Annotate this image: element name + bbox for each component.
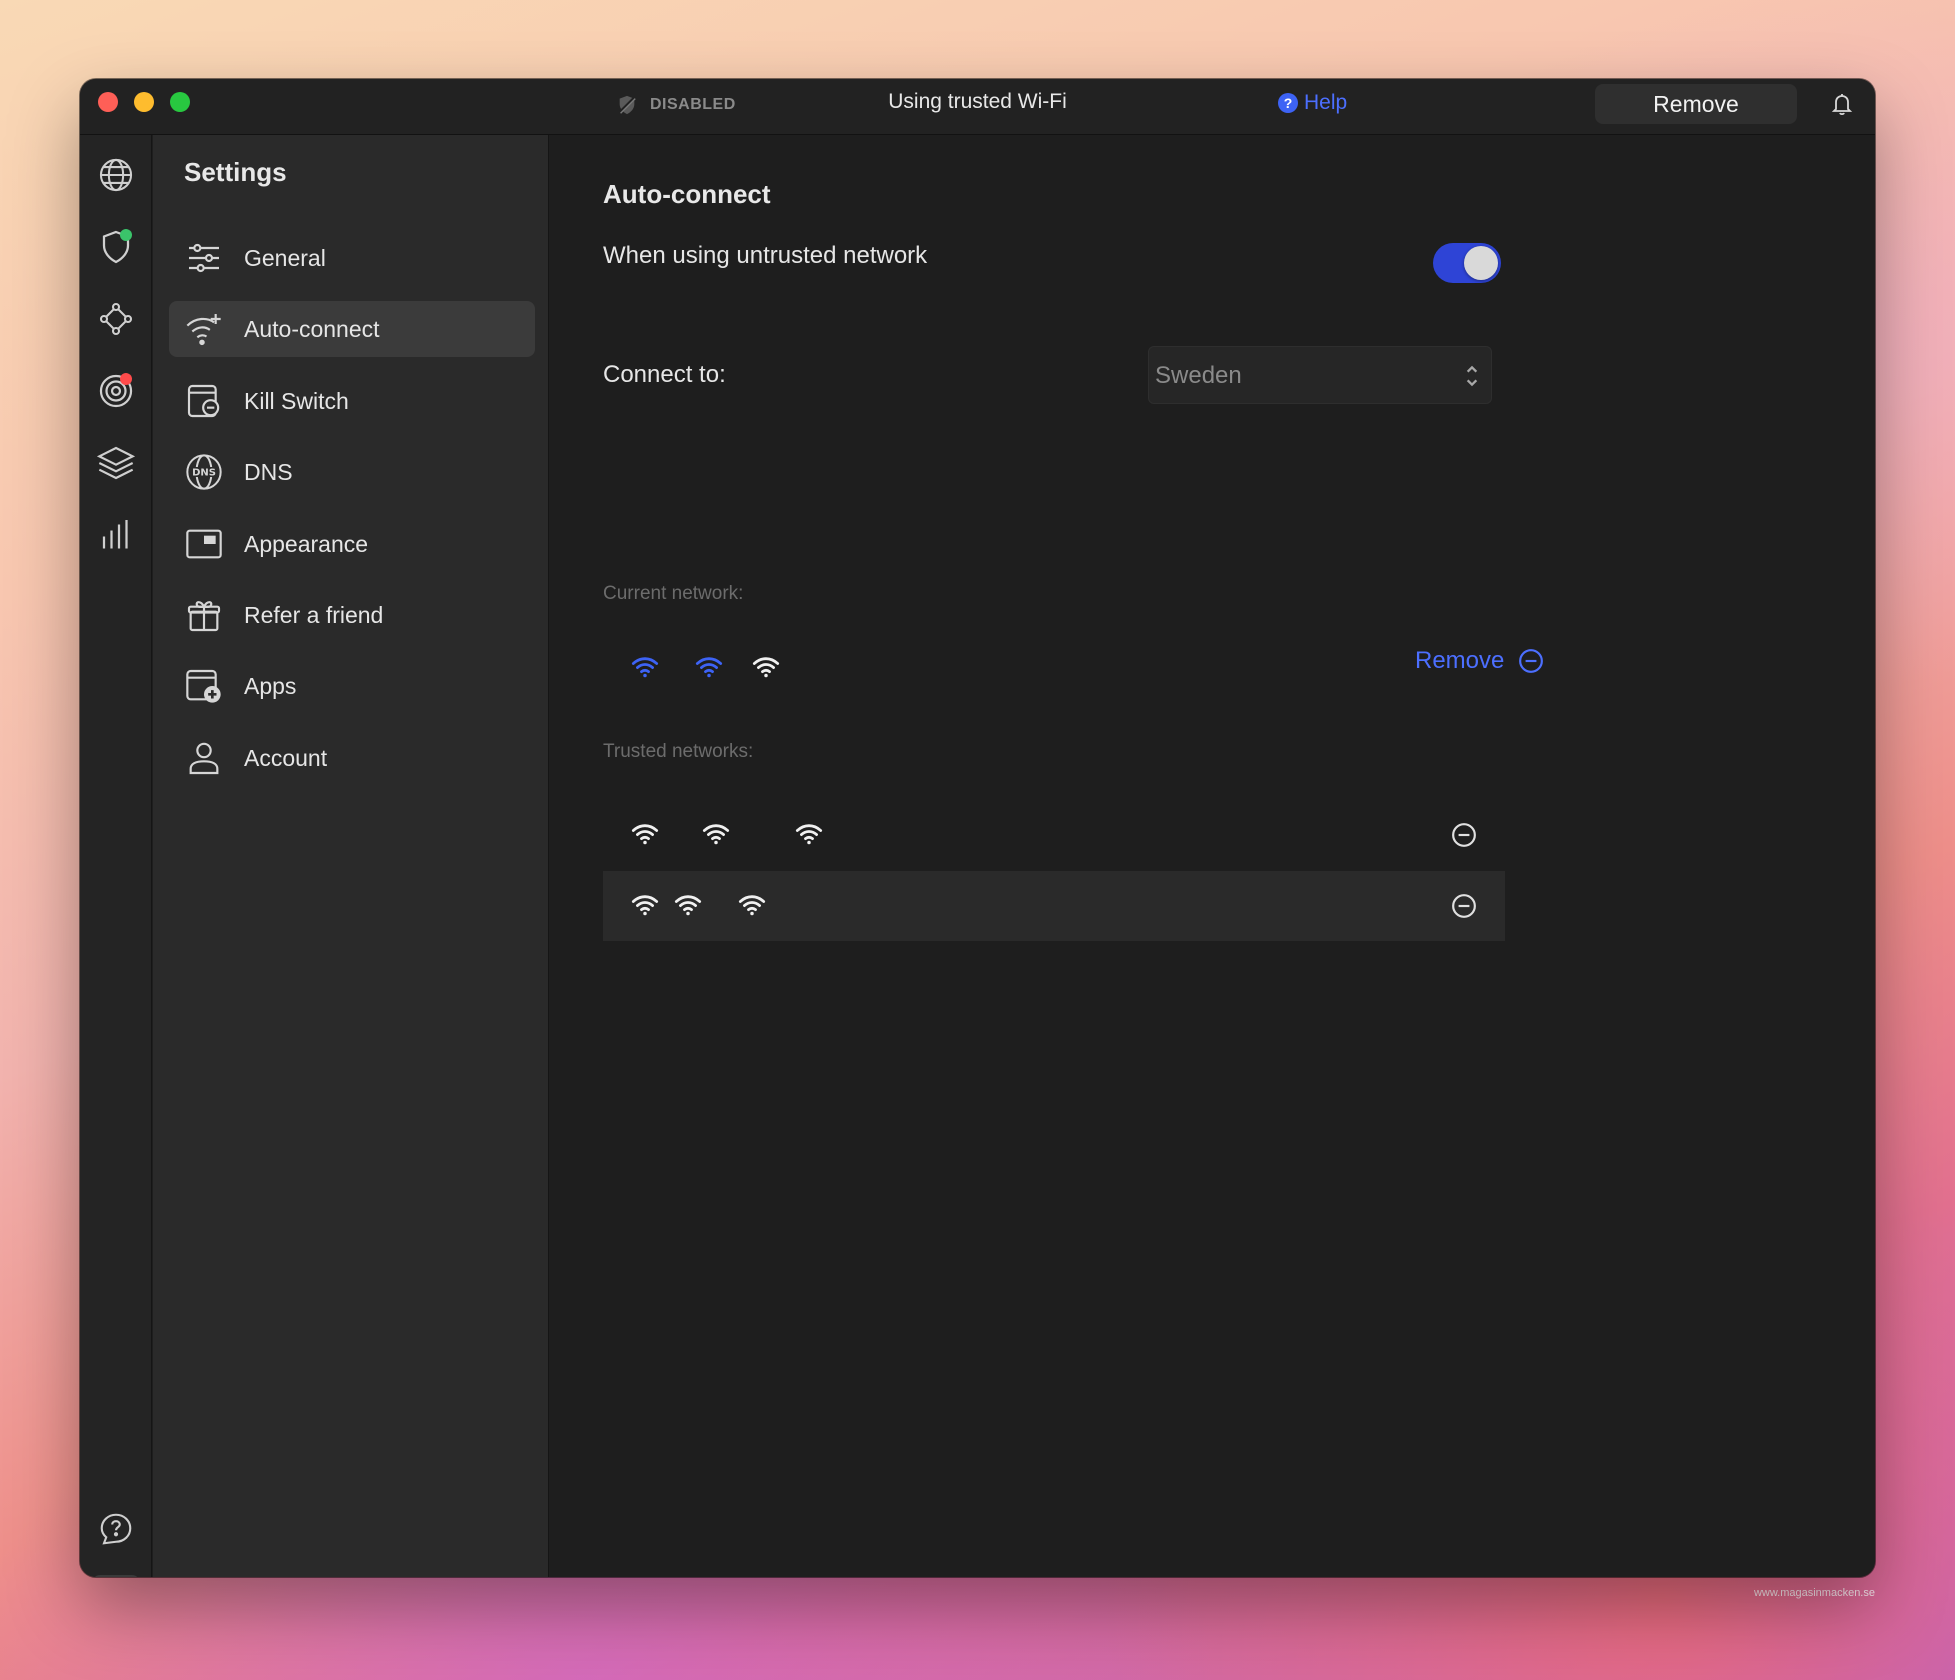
untrusted-network-toggle[interactable] bbox=[1433, 243, 1501, 283]
sidebar-item-label: Kill Switch bbox=[244, 387, 349, 414]
wifi-icon bbox=[795, 824, 823, 845]
sidebar-item-label: Appearance bbox=[244, 530, 369, 557]
connect-to-label: Connect to: bbox=[603, 361, 726, 388]
remove-label: Remove bbox=[1415, 647, 1505, 674]
window-icon bbox=[184, 524, 224, 564]
globe-icon bbox=[99, 158, 133, 192]
wifi-icon bbox=[752, 657, 780, 678]
current-network-row bbox=[603, 633, 1505, 703]
help-icon: ? bbox=[1278, 93, 1298, 113]
wifi-icon bbox=[738, 895, 766, 916]
trusted-network-row[interactable] bbox=[603, 800, 1505, 870]
wifi-icon bbox=[695, 657, 723, 678]
remove-current-network-button[interactable]: Remove bbox=[1415, 647, 1544, 675]
remove-trusted-network-icon[interactable] bbox=[1451, 893, 1477, 919]
rail-globe-button[interactable] bbox=[92, 151, 140, 199]
status-label: DISABLED bbox=[650, 96, 736, 113]
wifi-sparkle-icon bbox=[184, 309, 224, 349]
remove-trusted-network-button[interactable]: Remove bbox=[1595, 84, 1797, 124]
help-label: Help bbox=[1304, 91, 1348, 114]
sliders-icon bbox=[184, 238, 224, 278]
title-bar: DISABLED Using trusted Wi-Fi ? Help Remo… bbox=[80, 79, 1875, 135]
wifi-icon bbox=[631, 895, 659, 916]
close-window-button[interactable] bbox=[98, 92, 118, 112]
kill-switch-icon bbox=[184, 381, 224, 421]
sidebar-item-label: DNS bbox=[244, 458, 293, 485]
status-dot-green bbox=[120, 229, 132, 241]
sidebar-item-label: Account bbox=[244, 744, 328, 771]
shield-off-icon bbox=[618, 95, 636, 115]
gift-icon bbox=[184, 595, 224, 635]
app-window: DISABLED Using trusted Wi-Fi ? Help Remo… bbox=[80, 79, 1875, 1577]
layers-icon bbox=[96, 446, 136, 480]
current-network-label: Current network: bbox=[603, 583, 744, 604]
toggle-knob bbox=[1464, 246, 1498, 280]
rail-target-button[interactable] bbox=[92, 367, 140, 415]
connect-to-value: Sweden bbox=[1155, 362, 1242, 389]
status-dot-red bbox=[120, 373, 132, 385]
sidebar-item-label: General bbox=[244, 244, 326, 271]
app-add-icon bbox=[184, 666, 224, 706]
chevron-updown-icon bbox=[1466, 365, 1478, 387]
nodes-icon bbox=[99, 302, 133, 336]
wifi-icon bbox=[702, 824, 730, 845]
sidebar-item-appearance[interactable]: Appearance bbox=[169, 516, 535, 572]
connect-to-select[interactable]: Sweden bbox=[1148, 346, 1492, 404]
window-title: Using trusted Wi-Fi bbox=[888, 90, 1067, 113]
sidebar-item-label: Refer a friend bbox=[244, 601, 384, 628]
trusted-networks-label: Trusted networks: bbox=[603, 741, 754, 762]
minus-circle-icon bbox=[1519, 649, 1544, 673]
sidebar-item-auto-connect[interactable]: Auto-connect bbox=[169, 301, 535, 357]
sidebar-item-account[interactable]: Account bbox=[169, 730, 535, 786]
bell-icon[interactable] bbox=[1830, 91, 1854, 117]
wifi-icon bbox=[631, 657, 659, 678]
trusted-network-row[interactable] bbox=[603, 871, 1505, 941]
watermark: www.magasinmacken.se bbox=[1753, 1587, 1875, 1599]
dns-globe-icon: DNS bbox=[184, 452, 224, 492]
remove-trusted-network-icon[interactable] bbox=[1451, 822, 1477, 848]
help-link[interactable]: ? Help bbox=[1278, 91, 1347, 115]
svg-text:DNS: DNS bbox=[192, 467, 216, 478]
sidebar-item-kill-switch[interactable]: Kill Switch bbox=[169, 373, 535, 429]
sidebar-item-general[interactable]: General bbox=[169, 230, 535, 286]
stats-icon bbox=[102, 520, 128, 549]
minimize-window-button[interactable] bbox=[134, 92, 154, 112]
untrusted-network-label: When using untrusted network bbox=[603, 242, 928, 269]
rail-help-button[interactable] bbox=[92, 1505, 140, 1553]
vpn-status: DISABLED bbox=[616, 94, 736, 116]
sidebar-item-refer-a-friend[interactable]: Refer a friend bbox=[169, 587, 535, 643]
sidebar-item-label: Apps bbox=[244, 672, 297, 699]
icon-rail bbox=[80, 135, 152, 1577]
rail-layers-button[interactable] bbox=[92, 439, 140, 487]
section-title: Auto-connect bbox=[603, 179, 771, 209]
sidebar-item-dns[interactable]: DNS DNS bbox=[169, 444, 535, 500]
help-chat-icon bbox=[100, 1513, 132, 1545]
sidebar-item-label: Auto-connect bbox=[244, 315, 380, 342]
wifi-icon bbox=[631, 824, 659, 845]
rail-shield-button[interactable] bbox=[92, 223, 140, 271]
rail-nodes-button[interactable] bbox=[92, 295, 140, 343]
sidebar-item-apps[interactable]: Apps bbox=[169, 658, 535, 714]
settings-sidebar: Settings General Auto-connect Kill Switc… bbox=[153, 135, 549, 1577]
main-content: Auto-connect When using untrusted networ… bbox=[550, 135, 1875, 1577]
person-icon bbox=[184, 738, 224, 778]
wifi-icon bbox=[674, 895, 702, 916]
rail-settings-button[interactable] bbox=[92, 1575, 140, 1577]
sidebar-title: Settings bbox=[184, 157, 287, 187]
rail-stats-button[interactable] bbox=[92, 511, 140, 559]
zoom-window-button[interactable] bbox=[170, 92, 190, 112]
